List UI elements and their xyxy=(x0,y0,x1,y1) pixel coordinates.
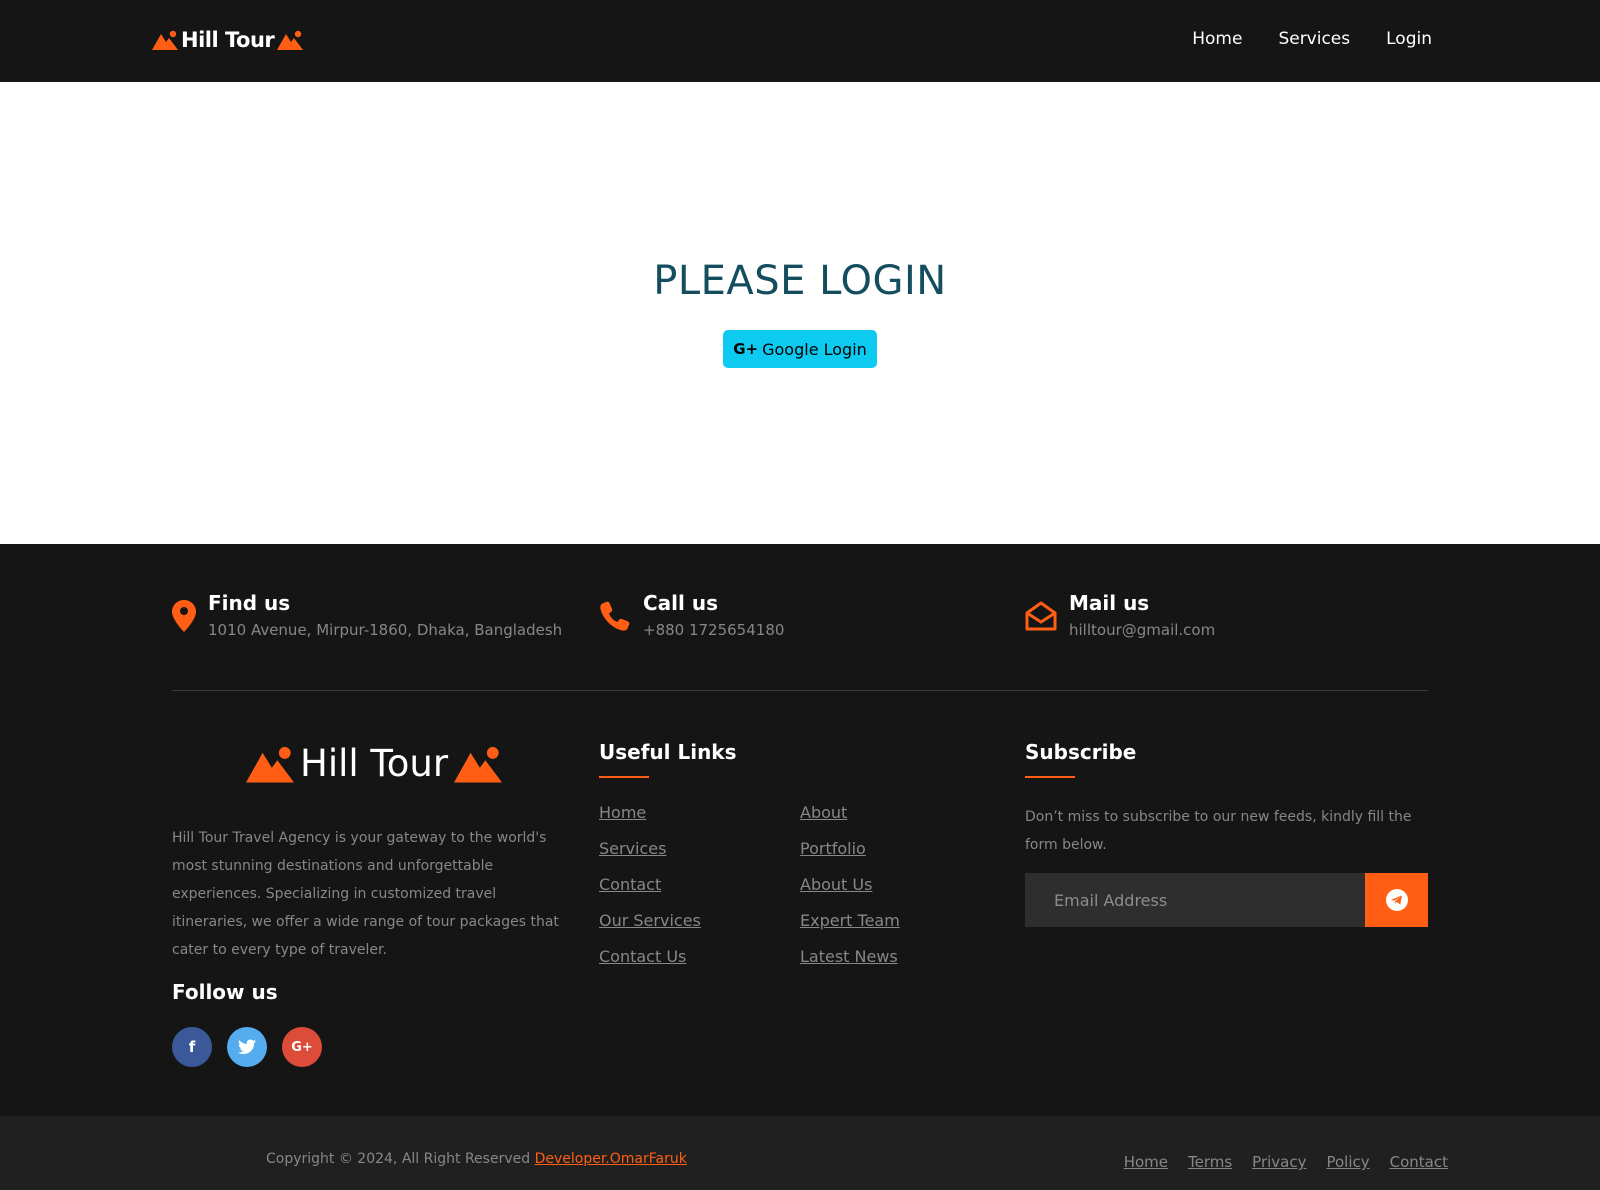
contact-email: hilltour@gmail.com xyxy=(1069,621,1216,639)
footer-link-contact[interactable]: Contact xyxy=(599,874,701,896)
brand-name: Hill Tour xyxy=(181,28,275,52)
bottom-link-policy[interactable]: Policy xyxy=(1326,1153,1369,1171)
developer-link[interactable]: Developer.OmarFaruk xyxy=(535,1151,687,1167)
bottom-links: Home Terms Privacy Policy Contact xyxy=(1124,1153,1448,1171)
phone-icon xyxy=(600,601,630,631)
bottom-link-contact[interactable]: Contact xyxy=(1390,1153,1448,1171)
follow-us-title: Follow us xyxy=(172,980,278,1004)
google-plus-icon: G+ xyxy=(733,340,759,358)
twitter-button[interactable] xyxy=(227,1027,267,1067)
footer-link-about-us[interactable]: About Us xyxy=(800,874,900,896)
bottom-link-home[interactable]: Home xyxy=(1124,1153,1168,1171)
useful-links-title: Useful Links xyxy=(599,740,737,764)
mountain-icon xyxy=(246,746,294,782)
facebook-icon: f xyxy=(188,1038,196,1056)
mountain-icon xyxy=(277,30,304,50)
contact-title: Call us xyxy=(643,591,718,615)
nav-login-link[interactable]: Login xyxy=(1386,29,1432,49)
footer-link-about[interactable]: About xyxy=(800,802,900,824)
contact-call-us: Call us +880 1725654180 xyxy=(599,591,784,639)
copyright-text: Copyright © 2024, All Right Reserved Dev… xyxy=(266,1151,687,1167)
contact-phone: +880 1725654180 xyxy=(643,621,785,639)
brand-logo[interactable]: Hill Tour xyxy=(152,28,304,52)
footer-link-contact-us[interactable]: Contact Us xyxy=(599,946,701,968)
contact-mail-us: Mail us hilltour@gmail.com xyxy=(1025,591,1215,639)
footer-link-services[interactable]: Services xyxy=(599,838,701,860)
email-input[interactable] xyxy=(1025,873,1365,927)
subscribe-text: Don’t miss to subscribe to our new feeds… xyxy=(1025,809,1412,853)
title-underline xyxy=(1025,776,1075,778)
mountain-icon xyxy=(152,30,178,50)
page-title: PLEASE LOGIN xyxy=(653,258,947,304)
subscribe-title: Subscribe xyxy=(1025,740,1137,764)
copyright-label: Copyright © 2024, All Right Reserved xyxy=(266,1151,531,1167)
contact-address: 1010 Avenue, Mirpur-1860, Dhaka, Banglad… xyxy=(208,621,563,639)
bottom-link-privacy[interactable]: Privacy xyxy=(1252,1153,1306,1171)
twitter-icon xyxy=(238,1039,256,1055)
nav-services-link[interactable]: Services xyxy=(1278,29,1350,49)
footer-about-text: Hill Tour Travel Agency is your gateway … xyxy=(172,830,559,958)
footer-divider xyxy=(172,690,1428,691)
google-login-button[interactable]: G+ Google Login xyxy=(723,330,877,368)
useful-links-right: About Portfolio About Us Expert Team Lat… xyxy=(800,802,900,968)
footer-link-home[interactable]: Home xyxy=(599,802,701,824)
useful-links-left: Home Services Contact Our Services Conta… xyxy=(599,802,701,968)
facebook-button[interactable]: f xyxy=(172,1027,212,1067)
footer-logo-text: Hill Tour xyxy=(300,742,449,785)
nav-home-link[interactable]: Home xyxy=(1192,29,1242,49)
footer: Find us 1010 Avenue, Mirpur-1860, Dhaka,… xyxy=(0,544,1600,1116)
google-plus-icon: G+ xyxy=(291,1039,313,1055)
footer-link-our-services[interactable]: Our Services xyxy=(599,910,701,932)
footer-logo[interactable]: Hill Tour xyxy=(246,742,503,785)
social-links: f G+ xyxy=(172,1027,322,1067)
bottom-link-terms[interactable]: Terms xyxy=(1188,1153,1232,1171)
login-section: PLEASE LOGIN G+ Google Login xyxy=(0,82,1600,544)
google-login-label: Google Login xyxy=(762,339,867,359)
subscribe-button[interactable] xyxy=(1365,873,1428,927)
contact-find-us: Find us 1010 Avenue, Mirpur-1860, Dhaka,… xyxy=(172,591,562,639)
copyright-bar: Copyright © 2024, All Right Reserved Dev… xyxy=(0,1116,1600,1190)
envelope-open-icon xyxy=(1025,601,1057,631)
google-plus-button[interactable]: G+ xyxy=(282,1027,322,1067)
map-marker-icon xyxy=(172,600,196,632)
main-nav: Home Services Login xyxy=(1192,29,1432,49)
contact-title: Mail us xyxy=(1069,591,1150,615)
mountain-icon xyxy=(454,746,503,782)
footer-link-portfolio[interactable]: Portfolio xyxy=(800,838,900,860)
title-underline xyxy=(599,776,649,778)
telegram-icon xyxy=(1385,889,1408,911)
navbar: Hill Tour Home Services Login xyxy=(0,0,1600,82)
footer-link-expert-team[interactable]: Expert Team xyxy=(800,910,900,932)
footer-link-latest-news[interactable]: Latest News xyxy=(800,946,900,968)
contact-title: Find us xyxy=(208,591,291,615)
